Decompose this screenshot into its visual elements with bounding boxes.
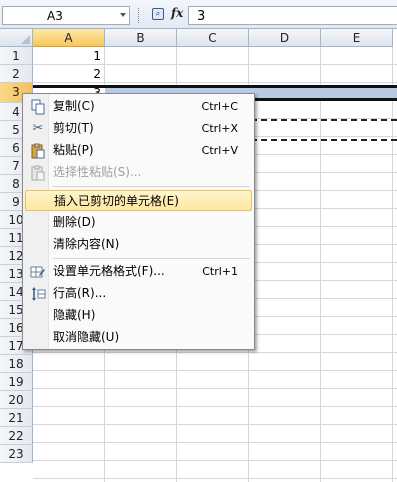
menu-label: 设置单元格格式(F)... bbox=[53, 264, 165, 278]
row-height-icon bbox=[30, 286, 46, 302]
row-header-23[interactable]: 23 bbox=[0, 445, 33, 463]
menu-shortcut: Ctrl+1 bbox=[202, 265, 238, 278]
menu-item-hide[interactable]: 隐藏(H) bbox=[25, 305, 252, 326]
formula-input[interactable]: 3 bbox=[188, 6, 397, 25]
menu-label: 行高(R)... bbox=[53, 286, 107, 300]
scissors-icon: ✂ bbox=[32, 121, 44, 136]
name-box[interactable]: A3 bbox=[2, 6, 130, 25]
select-all-button[interactable] bbox=[0, 29, 33, 47]
menu-shortcut: Ctrl+C bbox=[201, 100, 238, 113]
menu-item-unhide[interactable]: 取消隐藏(U) bbox=[25, 327, 252, 348]
menu-label: 复制(C) bbox=[53, 99, 95, 113]
zoom-icon[interactable]: ⌕ bbox=[152, 8, 164, 20]
menu-item-paste[interactable]: 粘贴(P) Ctrl+V bbox=[25, 140, 252, 161]
menu-label: 选择性粘贴(S)... bbox=[53, 165, 142, 179]
menu-separator bbox=[53, 258, 250, 259]
menu-label: 插入已剪切的单元格(E) bbox=[54, 194, 179, 208]
menu-label: 隐藏(H) bbox=[53, 308, 96, 322]
name-box-value: A3 bbox=[47, 9, 63, 23]
menu-label: 剪切(T) bbox=[53, 121, 94, 135]
paste-icon bbox=[30, 143, 46, 159]
copy-icon bbox=[30, 99, 46, 115]
menu-separator bbox=[53, 186, 250, 187]
context-menu: 复制(C) Ctrl+C ✂ 剪切(T) Ctrl+X 粘贴(P) Ctrl+V… bbox=[22, 93, 255, 350]
row-header-19[interactable]: 19 bbox=[0, 373, 33, 391]
row-header-20[interactable]: 20 bbox=[0, 391, 33, 409]
menu-item-copy[interactable]: 复制(C) Ctrl+C bbox=[25, 96, 252, 117]
menu-label: 删除(D) bbox=[53, 215, 96, 229]
column-header-a[interactable]: A bbox=[33, 29, 105, 47]
format-cells-icon bbox=[30, 264, 46, 280]
menu-item-format-cells[interactable]: 设置单元格格式(F)... Ctrl+1 bbox=[25, 261, 252, 282]
cut-marquee bbox=[251, 119, 397, 141]
menu-item-paste-special: 选择性粘贴(S)... bbox=[25, 162, 252, 183]
divider bbox=[138, 8, 141, 23]
menu-shortcut: Ctrl+X bbox=[201, 122, 238, 135]
menu-label: 粘贴(P) bbox=[53, 143, 94, 157]
insert-function-icon[interactable]: fx bbox=[171, 6, 183, 20]
menu-item-clear-contents[interactable]: 清除内容(N) bbox=[25, 234, 252, 255]
menu-label: 清除内容(N) bbox=[53, 237, 120, 251]
column-header-c[interactable]: C bbox=[177, 29, 249, 47]
menu-label: 取消隐藏(U) bbox=[53, 330, 120, 344]
row-header-1[interactable]: 1 bbox=[0, 47, 33, 65]
menu-item-insert-cut-cells[interactable]: 插入已剪切的单元格(E) bbox=[25, 190, 252, 211]
cell-a2[interactable]: 2 bbox=[33, 67, 101, 81]
cell-a1[interactable]: 1 bbox=[33, 49, 101, 63]
row-header-2[interactable]: 2 bbox=[0, 65, 33, 83]
menu-item-cut[interactable]: ✂ 剪切(T) Ctrl+X bbox=[25, 118, 252, 139]
menu-shortcut: Ctrl+V bbox=[201, 144, 238, 157]
column-header-b[interactable]: B bbox=[105, 29, 177, 47]
paste-special-icon bbox=[30, 165, 46, 181]
select-all-icon bbox=[21, 35, 30, 44]
row-header-22[interactable]: 22 bbox=[0, 427, 33, 445]
menu-item-delete[interactable]: 删除(D) bbox=[25, 212, 252, 233]
chevron-down-icon[interactable] bbox=[120, 13, 126, 17]
menu-item-row-height[interactable]: 行高(R)... bbox=[25, 283, 252, 304]
column-header-e[interactable]: E bbox=[321, 29, 393, 47]
row-header-18[interactable]: 18 bbox=[0, 355, 33, 373]
column-header-d[interactable]: D bbox=[249, 29, 321, 47]
formula-value: 3 bbox=[197, 9, 206, 24]
formula-bar: A3 ⌕ fx 3 bbox=[0, 0, 397, 29]
row-header-21[interactable]: 21 bbox=[0, 409, 33, 427]
